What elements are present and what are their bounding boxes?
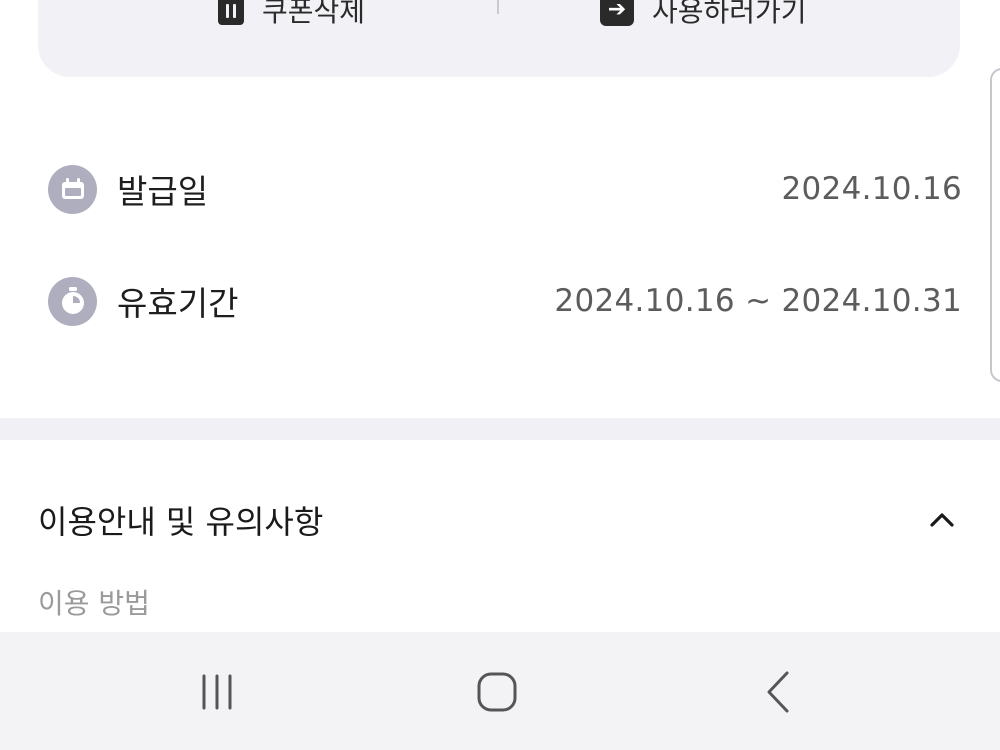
issue-date-value: 2024.10.16 [781, 171, 962, 207]
section-divider [0, 418, 1000, 440]
back-button[interactable] [748, 662, 808, 722]
stopwatch-icon [48, 276, 97, 326]
use-coupon-label: 사용하러가기 [652, 0, 807, 28]
usage-guide-title: 이용안내 및 유의사항 [38, 503, 324, 541]
recents-button[interactable] [187, 662, 247, 722]
edge-panel-handle[interactable] [990, 68, 1000, 382]
system-navigation-bar [0, 632, 1000, 750]
coupon-action-card: 쿠폰삭제 ➔ 사용하러가기 [38, 0, 960, 77]
delete-coupon-button[interactable]: 쿠폰삭제 [218, 0, 365, 30]
issue-date-label: 발급일 [117, 172, 209, 211]
home-button[interactable] [467, 662, 527, 722]
validity-period-row: 유효기간 2024.10.16 ~ 2024.10.31 [48, 276, 962, 326]
usage-guide-accordion-header[interactable]: 이용안내 및 유의사항 [38, 490, 962, 550]
issue-date-row: 발급일 2024.10.16 [48, 164, 962, 214]
back-icon [767, 671, 789, 713]
action-divider [497, 0, 499, 14]
arrow-right-box-icon: ➔ [600, 0, 634, 26]
delete-coupon-label: 쿠폰삭제 [262, 0, 366, 28]
calendar-icon [48, 164, 97, 214]
trash-icon [218, 0, 244, 25]
home-icon [477, 672, 517, 712]
recents-icon [202, 674, 232, 710]
usage-method-heading: 이용 방법 [38, 587, 150, 620]
validity-period-value: 2024.10.16 ~ 2024.10.31 [554, 283, 962, 319]
validity-period-label: 유효기간 [117, 284, 239, 323]
use-coupon-button[interactable]: ➔ 사용하러가기 [600, 0, 807, 30]
coupon-detail-screen: 쿠폰삭제 ➔ 사용하러가기 발급일 2024.10.16 유효기간 2024.1… [0, 0, 1000, 750]
chevron-up-icon[interactable] [922, 500, 962, 540]
